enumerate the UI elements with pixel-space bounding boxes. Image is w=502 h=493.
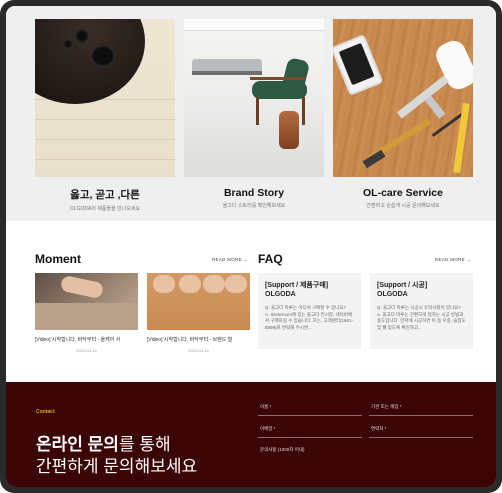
ol-care-photo: [333, 19, 473, 177]
phone-field[interactable]: 연락처 *: [369, 424, 473, 438]
moment-caption: [Video] 시작합니다, 바닥부터 - 브랜드 철: [147, 337, 233, 343]
message-field[interactable]: 문의사항 (1000자 이내): [258, 445, 473, 459]
feature-title: OL-care Service: [363, 187, 443, 199]
email-field-label: 이메일 *: [260, 426, 276, 431]
company-field[interactable]: 기관 또는 개업 *: [369, 402, 473, 416]
feature-card-ol-care[interactable]: OL-care Service 간편하고 손쉽게 시공 문의해보세요: [333, 19, 473, 209]
moment-date: 2021-04-15: [76, 348, 97, 353]
feature-subtitle: OLGODA의 제품들을 만나보세요: [69, 206, 141, 212]
moment-thumbnail: [147, 273, 250, 330]
message-field-label: 문의사항 (1000자 이내): [260, 447, 305, 452]
moment-date: 2021-04-15: [188, 348, 209, 353]
company-field-label: 기관 또는 개업 *: [371, 404, 402, 409]
faq-card[interactable]: [Support / 시공] OLGODA Q. 올고다 마루는 시공시 유의사…: [370, 273, 473, 349]
headline-bold: 온라인 문의: [36, 435, 119, 454]
page-screen: 옳고, 곧고 ,다른 OLGODA의 제품들을 만나보세요 Brand Stor…: [6, 6, 496, 487]
brand-story-photo: [184, 19, 324, 177]
faq-card[interactable]: [Support / 제품구매] OLGODA Q. 올고다 마루는 어디서 구…: [258, 273, 361, 349]
feature-subtitle: 간편하고 손쉽게 시공 문의해보세요: [366, 203, 440, 209]
name-field[interactable]: 이름 *: [258, 402, 362, 416]
contact-section: Contact 온라인 문의를 통해 간편하게 문의해보세요 이름 * 기관 또…: [6, 382, 496, 487]
products-photo: [35, 19, 175, 177]
moment-card[interactable]: [Video] 시작합니다, 바닥부터 - 브랜드 철 2021-04-15: [147, 273, 250, 353]
faq-answer: Q. 올고다 마루는 시공시 유의사항이 있나요? A. 올고다 마루는 간편하…: [377, 305, 466, 330]
moment-read-more-link[interactable]: READ MORE →: [212, 257, 248, 262]
feature-title: Brand Story: [223, 187, 285, 199]
moment-title: Moment: [35, 252, 81, 266]
name-field-label: 이름 *: [260, 404, 272, 409]
moment-thumbnail: [35, 273, 138, 330]
contact-label: Contact: [36, 409, 55, 415]
faq-question: [Support / 제품구매] OLGODA: [265, 282, 329, 298]
feature-title: 옳고, 곧고 ,다른: [70, 189, 140, 201]
faq-answer: Q. 올고다 마루는 어디서 구매할 수 있나요? A. Showroom에 있…: [265, 305, 353, 330]
phone-field-label: 연락처 *: [371, 426, 387, 431]
email-field[interactable]: 이메일 *: [258, 424, 362, 438]
faq-title: FAQ: [258, 252, 283, 266]
contact-headline: 온라인 문의를 통해 간편하게 문의해보세요: [36, 434, 197, 478]
moment-caption: [Video] 시작합니다, 바닥부터 - 올케어 서: [35, 337, 121, 343]
headline-rest: 를 통해: [118, 435, 171, 454]
device-frame: 옳고, 곧고 ,다른 OLGODA의 제품들을 만나보세요 Brand Stor…: [0, 0, 502, 493]
moment-card[interactable]: [Video] 시작합니다, 바닥부터 - 올케어 서 2021-04-15: [35, 273, 138, 353]
feature-card-products[interactable]: 옳고, 곧고 ,다른 OLGODA의 제품들을 만나보세요: [35, 19, 175, 212]
feature-card-brand-story[interactable]: Brand Story 올고다 스토리를 확인해보세요: [184, 19, 324, 209]
headline-line2: 간편하게 문의해보세요: [36, 457, 198, 476]
feature-subtitle: 올고다 스토리를 확인해보세요: [222, 203, 286, 209]
faq-question: [Support / 시공] OLGODA: [377, 282, 428, 298]
feature-section: 옳고, 곧고 ,다른 OLGODA의 제품들을 만나보세요 Brand Stor…: [6, 6, 496, 221]
faq-read-more-link[interactable]: READ MORE →: [435, 257, 471, 262]
